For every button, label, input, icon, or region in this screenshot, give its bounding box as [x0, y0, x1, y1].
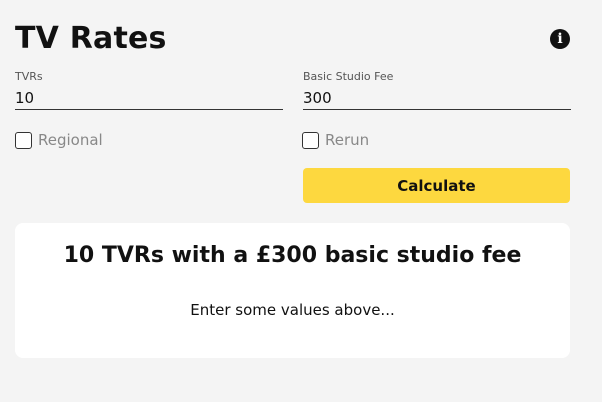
- calculate-button[interactable]: Calculate: [303, 168, 570, 203]
- basic-studio-fee-input[interactable]: [303, 87, 571, 110]
- basic-studio-fee-label: Basic Studio Fee: [303, 70, 394, 83]
- result-card: 10 TVRs with a £300 basic studio fee Ent…: [15, 223, 570, 358]
- tv-rates-page: TV Rates i TVRs Basic Studio Fee Regiona…: [0, 0, 602, 402]
- result-message: Enter some values above...: [190, 301, 395, 319]
- rerun-checkbox-label: Rerun: [325, 131, 370, 149]
- page-title: TV Rates: [15, 21, 167, 56]
- result-heading: 10 TVRs with a £300 basic studio fee: [63, 243, 522, 268]
- rerun-checkbox-box[interactable]: [302, 131, 319, 149]
- basic-studio-fee-field: Basic Studio Fee: [303, 70, 571, 110]
- tvrs-label: TVRs: [15, 70, 43, 83]
- regional-checkbox-label: Regional: [38, 131, 103, 149]
- regional-checkbox[interactable]: Regional: [15, 131, 103, 149]
- tvrs-input[interactable]: [15, 87, 283, 110]
- rerun-checkbox[interactable]: Rerun: [302, 131, 369, 149]
- info-icon[interactable]: i: [550, 29, 570, 49]
- tvrs-field: TVRs: [15, 70, 283, 110]
- regional-checkbox-box[interactable]: [15, 131, 32, 149]
